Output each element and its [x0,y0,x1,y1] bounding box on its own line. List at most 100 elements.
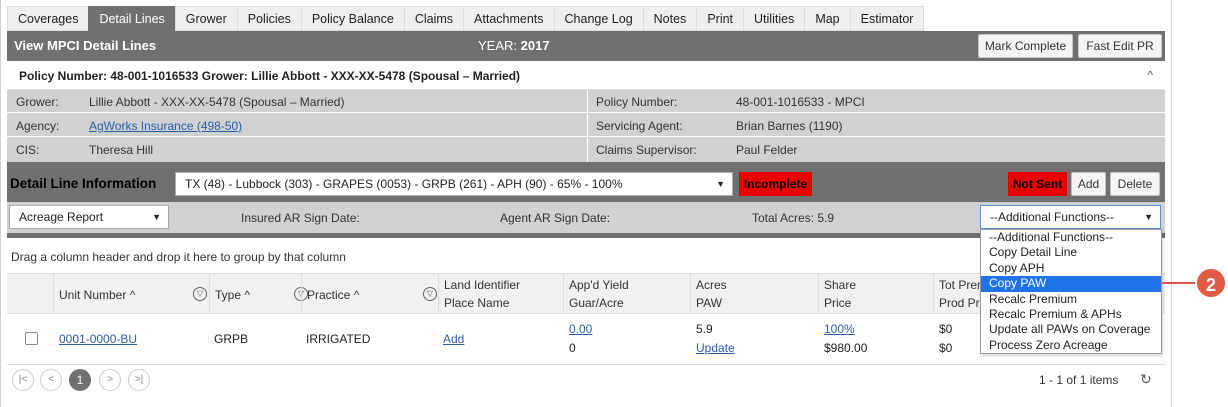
share-link[interactable]: 100% [824,322,855,336]
share-header-label: Share [824,278,857,292]
delete-detail-line-button[interactable]: Delete [1110,172,1160,196]
policy-number-row: Policy Number: 48-001-1016533 - MPCI [588,90,1165,113]
paw-header-label: PAW [696,296,722,310]
menu-item-copy-detail-line[interactable]: Copy Detail Line [981,245,1161,260]
add-detail-line-button[interactable]: Add [1071,172,1106,196]
year-label: YEAR: [478,38,518,53]
agent-ar-sign-date-label: Agent AR Sign Date: [500,211,611,225]
menu-item-copy-aph[interactable]: Copy APH [981,261,1161,276]
paw-update-link[interactable]: Update [696,341,735,355]
tab-policies[interactable]: Policies [236,6,301,31]
type-cell: GRPB [214,332,249,346]
additional-functions-menu: --Additional Functions-- Copy Detail Lin… [980,229,1162,354]
acres-header-label: Acres [696,278,727,292]
filter-icon[interactable]: ▽ [423,287,437,301]
total-acres-label: Total Acres: 5.9 [752,211,835,225]
tab-grower[interactable]: Grower [174,6,237,31]
select-column-header [7,274,53,315]
land-identifier-add-link[interactable]: Add [443,332,464,346]
tab-detail-lines[interactable]: Detail Lines [88,6,175,31]
tab-coverages[interactable]: Coverages [7,6,89,31]
claims-supervisor-label: Claims Supervisor: [596,143,697,157]
claims-supervisor-value: Paul Felder [736,143,798,157]
policy-number-value: 48-001-1016533 - MPCI [736,95,865,109]
tab-utilities[interactable]: Utilities [743,6,805,31]
additional-functions-value: --Additional Functions-- [990,210,1115,224]
tab-map[interactable]: Map [804,6,850,31]
row-checkbox[interactable] [25,332,38,345]
unit-number-header-label: Unit Number [59,288,127,302]
tab-policy-balance[interactable]: Policy Balance [300,6,404,31]
filter-icon[interactable]: ▽ [193,287,207,301]
tab-change-log[interactable]: Change Log [553,6,643,31]
grower-value: Lillie Abbott - XXX-XX-5478 (Spousal – M… [89,95,345,109]
next-page-button[interactable]: > [99,369,121,391]
fast-edit-pr-button[interactable]: Fast Edit PR [1078,34,1162,58]
grower-label: Grower: [16,95,59,109]
detail-line-select[interactable]: TX (48) - Lubbock (303) - GRAPES (0053) … [175,172,733,196]
tot-prem-cell: $0 [939,322,953,336]
tab-claims[interactable]: Claims [403,6,464,31]
type-header-label: Type [215,288,242,302]
prev-page-button[interactable]: < [40,369,62,391]
last-page-button[interactable]: >| [128,369,150,391]
report-type-value: Acreage Report [19,210,104,224]
policy-summary-bar[interactable]: Policy Number: 48-001-1016533 Grower: Li… [7,61,1165,90]
caret-down-icon: ▼ [152,212,161,222]
appd-yield-link[interactable]: 0.00 [569,322,592,336]
detail-line-select-value: TX (48) - Lubbock (303) - GRAPES (0053) … [185,177,623,191]
chevron-up-icon[interactable]: ^ [1147,68,1153,82]
servicing-agent-label: Servicing Agent: [596,119,683,133]
info-divider [587,90,588,162]
price-cell: $980.00 [824,341,868,355]
land-identifier-header-label: Land Identifier [444,278,521,292]
menu-item-additional-functions[interactable]: --Additional Functions-- [981,230,1161,245]
current-page-button[interactable]: 1 [69,369,91,391]
tab-attachments[interactable]: Attachments [463,6,554,31]
group-hint-text: Drag a column header and drop it here to… [11,250,346,264]
prod-prem-cell: $0 [939,341,953,355]
refresh-icon[interactable]: ↻ [1140,371,1152,388]
column-header-acres[interactable]: Acres PAW [690,274,818,315]
pager-info: 1 - 1 of 1 items [1039,373,1119,387]
detail-line-panel: Detail Line Information TX (48) - Lubboc… [7,162,1165,238]
servicing-agent-row: Servicing Agent: Brian Barnes (1190) [588,114,1165,137]
price-header-label: Price [824,296,852,310]
tab-print[interactable]: Print [696,6,744,31]
guar-acre-header-label: Guar/Acre [569,296,624,310]
menu-item-copy-paw[interactable]: Copy PAW [981,276,1161,292]
grid-pager: |< < 1 > >| 1 - 1 of 1 items ↻ [7,365,1165,395]
tab-bar: Coverages Detail Lines Grower Policies P… [7,6,925,31]
column-header-share[interactable]: Share Price [818,274,933,315]
claims-supervisor-row: Claims Supervisor: Paul Felder [588,138,1165,161]
agency-link[interactable]: AgWorks Insurance (498-50) [89,119,242,133]
place-name-header-label: Place Name [444,296,510,310]
sort-ascending-icon: ^ [353,288,360,302]
tab-estimator[interactable]: Estimator [849,6,925,31]
column-header-type[interactable]: Type ^ ▽ [209,274,308,315]
mark-complete-button[interactable]: Mark Complete [978,34,1073,58]
caret-down-icon: ▼ [716,179,725,189]
prod-prem-header-label: Prod Pr [939,296,980,310]
detail-line-title: Detail Line Information [10,176,157,191]
unit-number-link[interactable]: 0001-0000-BU [59,332,137,346]
column-header-land-identifier[interactable]: Land Identifier Place Name [438,274,563,315]
column-header-practice[interactable]: Practice ^ ▽ [301,274,438,315]
first-page-button[interactable]: |< [12,369,34,391]
not-sent-badge: Not Sent [1008,172,1067,196]
menu-item-process-zero-acreage[interactable]: Process Zero Acreage [981,338,1161,353]
tab-notes[interactable]: Notes [642,6,697,31]
menu-item-recalc-premium-aphs[interactable]: Recalc Premium & APHs [981,307,1161,322]
menu-item-update-all-paws[interactable]: Update all PAWs on Coverage [981,322,1161,337]
appd-yield-header-label: App'd Yield [569,278,629,292]
year-value: 2017 [520,38,550,53]
practice-header-label: Practice [307,288,351,302]
incomplete-badge: Incomplete [739,172,812,196]
column-header-unit-number[interactable]: Unit Number ^ ▽ [53,274,209,315]
column-header-appd-yield[interactable]: App'd Yield Guar/Acre [563,274,690,315]
menu-item-recalc-premium[interactable]: Recalc Premium [981,292,1161,307]
report-type-select[interactable]: Acreage Report ▼ [9,205,169,229]
additional-functions-select[interactable]: --Additional Functions-- ▼ [980,205,1161,229]
policy-info-grid: Grower: Lillie Abbott - XXX-XX-5478 (Spo… [7,90,1165,162]
cis-value: Theresa Hill [89,143,154,157]
